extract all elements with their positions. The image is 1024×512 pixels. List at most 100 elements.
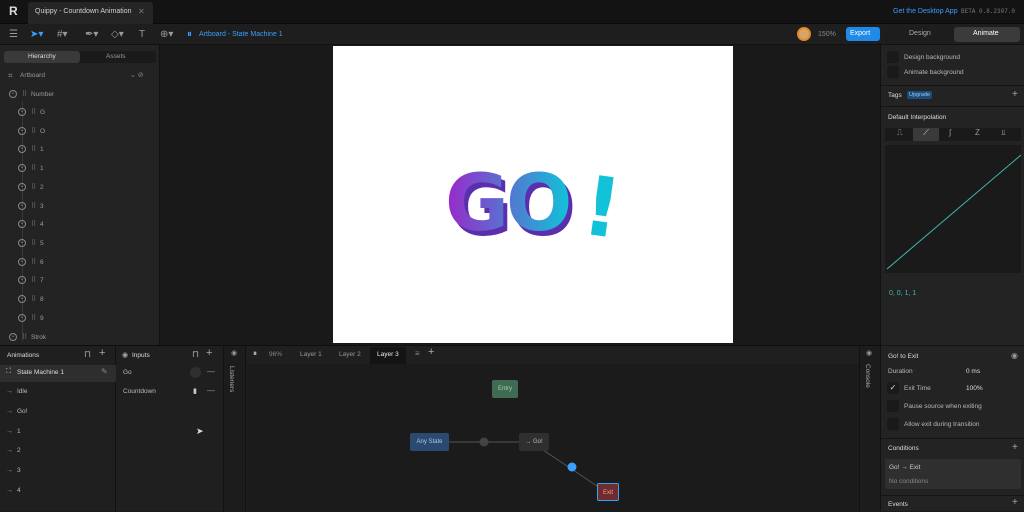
artboard-label[interactable]: Artboard — [20, 72, 45, 79]
state-graph[interactable]: ⏸ 96% Layer 1 Layer 2 Layer 3 ≡ + Entry … — [247, 346, 859, 512]
condition-card[interactable]: Go! → Exit No conditions — [885, 459, 1021, 489]
text-tool-icon[interactable]: T — [139, 24, 145, 45]
add-animation-icon[interactable]: + — [99, 347, 105, 359]
pen-tool-icon[interactable]: ✒▾ — [85, 24, 98, 45]
state-machine-row[interactable]: ⛶ State Machine 1 ✎ — [0, 365, 116, 382]
pause-icon[interactable]: ⏸ — [253, 349, 257, 359]
tab-hierarchy[interactable]: Hierarchy — [4, 51, 80, 63]
visibility-icon[interactable]: • — [18, 126, 26, 135]
graph-zoom[interactable]: 96% — [269, 351, 282, 358]
visibility-icon[interactable]: • — [18, 238, 26, 247]
tree-row[interactable]: • ⠿ 7 — [0, 271, 160, 290]
artboard[interactable]: GO GO ! — [333, 46, 733, 343]
visibility-icon[interactable]: • — [9, 333, 17, 341]
artboard-tool-icon[interactable]: #▾ — [57, 24, 68, 45]
visibility-icon[interactable]: • — [18, 220, 26, 229]
artboard-options-icon[interactable]: ⌄ ⊘ — [130, 71, 144, 79]
linear-interpolation-icon[interactable]: ⟋ — [913, 128, 939, 141]
input-go-label[interactable]: Go — [123, 369, 132, 376]
tree-row[interactable]: • ⠿ 4 — [0, 215, 160, 234]
tree-row[interactable]: • ⠿ 1 — [0, 140, 160, 159]
avatar[interactable] — [797, 27, 811, 41]
select-tool-icon[interactable]: ➤▾ — [30, 24, 43, 45]
remove-input-icon[interactable]: — — [207, 367, 215, 376]
cubic-interpolation-icon[interactable]: ∫ — [949, 128, 951, 137]
listeners-toggle-icon[interactable]: ◉ — [231, 349, 237, 357]
new-input-folder-icon[interactable]: ⊓ — [192, 349, 199, 360]
close-tab-icon[interactable]: ✕ — [138, 7, 145, 16]
tree-row[interactable]: • ⠿ G — [0, 103, 160, 122]
remove-input-icon[interactable]: — — [207, 386, 215, 395]
ease-interpolation-icon[interactable]: Z — [975, 128, 980, 137]
allow-exit-checkbox[interactable] — [887, 418, 899, 430]
visibility-icon[interactable]: • — [9, 90, 17, 98]
listeners-strip[interactable]: ◉ Listeners — [224, 346, 246, 512]
visibility-icon[interactable]: • — [18, 276, 26, 285]
visibility-icon[interactable]: • — [18, 108, 26, 116]
number-input-icon[interactable]: ▮ — [193, 387, 197, 395]
add-condition-icon[interactable]: + — [1012, 442, 1018, 453]
shape-tool-icon[interactable]: ◇▾ — [111, 24, 124, 45]
design-background-checkbox[interactable] — [887, 51, 899, 63]
add-event-icon[interactable]: + — [1012, 497, 1018, 508]
upgrade-badge[interactable]: Upgrade — [907, 91, 933, 99]
add-input-icon[interactable]: + — [206, 347, 212, 359]
visibility-icon[interactable]: • — [18, 182, 26, 191]
export-button[interactable]: Export — [846, 27, 880, 41]
animation-list-item[interactable]: → 4 — [0, 483, 116, 500]
layer-list-icon[interactable]: ≡ — [415, 349, 420, 358]
input-countdown-label[interactable]: Countdown — [123, 388, 156, 395]
design-mode-tab[interactable]: Design — [884, 27, 954, 42]
visibility-icon[interactable]: • — [18, 201, 26, 210]
tree-row[interactable]: • ⠿ 6 — [0, 253, 160, 272]
tree-row-number[interactable]: • ⠿ Number — [0, 85, 160, 104]
menu-icon[interactable]: ☰ — [9, 24, 18, 45]
tree-row[interactable]: • ⠿ 2 — [0, 178, 160, 197]
tree-row[interactable]: • ⠿ 9 — [0, 309, 160, 328]
animation-list-item[interactable]: → 3 — [0, 463, 116, 480]
tree-row[interactable]: • ⠿ O — [0, 122, 160, 141]
any-state-node[interactable]: Any State — [410, 433, 449, 451]
tree-row[interactable]: • ⠿ 1 — [0, 159, 160, 178]
app-logo-icon[interactable]: R — [9, 5, 21, 18]
tab-assets[interactable]: Assets — [106, 53, 126, 60]
visibility-icon[interactable]: • — [18, 164, 26, 173]
tree-row[interactable]: • ⠿ 8 — [0, 290, 160, 309]
animation-list-item[interactable]: → 2 — [0, 443, 116, 460]
edit-icon[interactable]: ✎ — [101, 367, 108, 376]
go-node[interactable]: → Go! — [519, 433, 549, 451]
add-tag-icon[interactable]: + — [1012, 89, 1018, 100]
add-component-icon[interactable]: ⊕▾ — [160, 24, 173, 45]
document-tab[interactable]: Quippy - Countdown Animation ✕ — [28, 2, 153, 24]
eye-icon[interactable]: ◉ — [1011, 351, 1018, 360]
animate-mode-tab[interactable]: Animate — [954, 27, 1020, 42]
elastic-interpolation-icon[interactable]: ⫫ — [1001, 128, 1006, 138]
visibility-icon[interactable]: • — [18, 313, 26, 322]
visibility-icon[interactable]: • — [18, 145, 26, 154]
trigger-button[interactable] — [190, 367, 201, 378]
console-toggle-icon[interactable]: ◉ — [866, 349, 872, 357]
tab-layer-3[interactable]: Layer 3 — [370, 347, 406, 364]
hold-interpolation-icon[interactable]: ⎍ — [897, 128, 903, 138]
animation-list-item[interactable]: → 1 — [0, 424, 116, 441]
tree-row[interactable]: • ⠿ 5 — [0, 234, 160, 253]
animation-list-item[interactable]: → Go! — [0, 404, 116, 421]
new-folder-icon[interactable]: ⊓ — [84, 349, 91, 360]
duration-value[interactable]: 0 ms — [966, 368, 980, 375]
exit-time-checkbox[interactable]: ✓ — [887, 382, 899, 394]
visibility-icon[interactable]: • — [18, 295, 26, 303]
exit-node[interactable]: Exit — [597, 483, 619, 501]
tree-row[interactable]: • ⠿ 3 — [0, 197, 160, 216]
entry-node[interactable]: Entry — [492, 380, 518, 398]
exit-time-value[interactable]: 100% — [966, 385, 983, 392]
add-layer-icon[interactable]: + — [428, 346, 434, 358]
animation-list-item[interactable]: → Idle — [0, 384, 116, 401]
console-strip[interactable]: ◉ Console — [859, 346, 880, 512]
tab-layer-1[interactable]: Layer 1 — [300, 351, 322, 358]
animate-background-checkbox[interactable] — [887, 66, 899, 78]
breadcrumb[interactable]: Artboard - State Machine 1 — [199, 31, 283, 38]
desktop-app-link[interactable]: Get the Desktop App — [893, 8, 958, 15]
zoom-level[interactable]: 150% — [818, 31, 836, 38]
curve-editor[interactable] — [885, 145, 1021, 273]
tab-layer-2[interactable]: Layer 2 — [339, 351, 361, 358]
